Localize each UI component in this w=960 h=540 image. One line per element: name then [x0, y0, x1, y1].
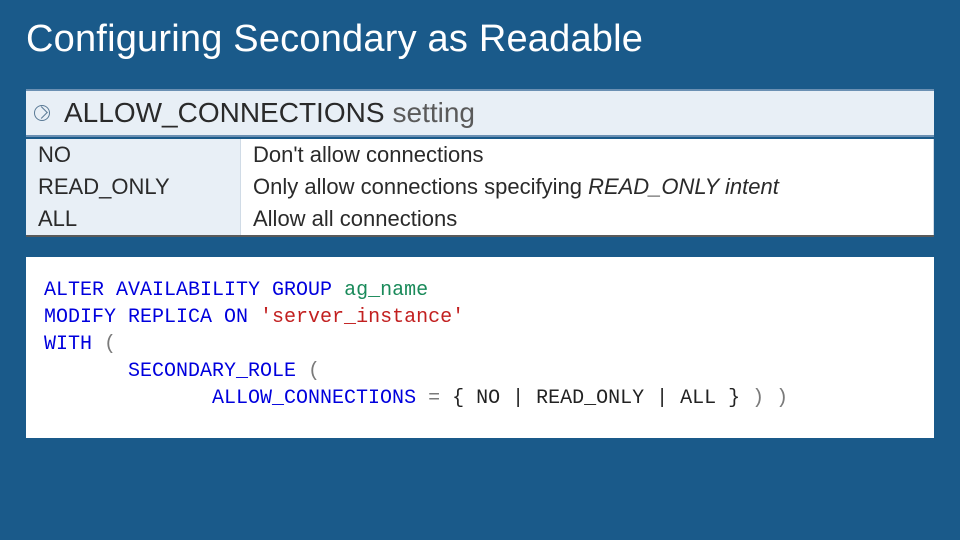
code-space: [740, 387, 752, 410]
code-keyword: ALLOW_CONNECTIONS: [212, 387, 428, 410]
code-indent: [44, 387, 212, 410]
code-keyword: WITH: [44, 333, 104, 356]
text: Only allow connections specifying: [253, 174, 588, 199]
section-suffix: setting: [393, 97, 476, 129]
table-row-key: READ_ONLY: [26, 171, 241, 203]
settings-table: NO Don't allow connections READ_ONLY Onl…: [26, 139, 934, 237]
text: Don't allow connections: [253, 142, 483, 167]
hollow-arrow-bullet-icon: [34, 105, 50, 121]
code-paren: (: [104, 333, 116, 356]
code-string: 'server_instance': [260, 306, 464, 329]
code-space: [440, 387, 452, 410]
code-keyword: SECONDARY_ROLE: [128, 360, 308, 383]
section-label: ALLOW_CONNECTIONS: [64, 97, 385, 129]
code-paren: (: [308, 360, 320, 383]
table-row-value: Allow all connections: [241, 203, 934, 235]
sql-code-block: ALTER AVAILABILITY GROUP ag_name MODIFY …: [26, 257, 934, 438]
slide: Configuring Secondary as Readable ALLOW_…: [0, 0, 960, 540]
code-paren: ) ): [752, 387, 788, 410]
page-title: Configuring Secondary as Readable: [26, 18, 934, 61]
code-identifier: ag_name: [344, 279, 428, 302]
table-row-key: ALL: [26, 203, 241, 235]
code-indent: [44, 360, 128, 383]
table-row-value: Only allow connections specifying READ_O…: [241, 171, 934, 203]
code-operator: =: [428, 387, 440, 410]
code-keyword: ALTER AVAILABILITY GROUP: [44, 279, 344, 302]
code-keyword: MODIFY REPLICA ON: [44, 306, 260, 329]
table-row-value: Don't allow connections: [241, 139, 934, 171]
code-options: { NO | READ_ONLY | ALL }: [452, 387, 740, 410]
table-row-key: NO: [26, 139, 241, 171]
text-italic: READ_ONLY intent: [588, 174, 779, 199]
section-header: ALLOW_CONNECTIONS setting: [26, 89, 934, 137]
text: Allow all connections: [253, 206, 457, 231]
